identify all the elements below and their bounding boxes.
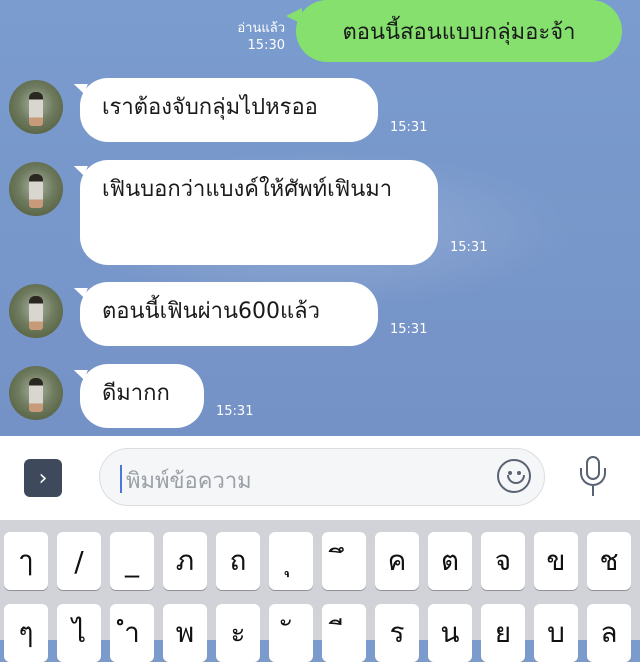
keyboard-key[interactable]: ั [269, 604, 313, 662]
incoming-message-bubble[interactable]: เราต้องจับกลุ่มไปหรออ [80, 78, 378, 142]
keyboard-key[interactable]: จ [481, 532, 525, 590]
incoming-message: ตอนนี้เฟินผ่าน600แล้ว 15:31 [0, 282, 640, 352]
incoming-message: เราต้องจับกลุ่มไปหรออ 15:31 [0, 78, 640, 148]
keyboard-key[interactable]: บ [534, 604, 578, 662]
keyboard-key[interactable]: ล [587, 604, 631, 662]
keyboard-key[interactable]: ึ [322, 532, 366, 590]
keyboard-key[interactable]: ี [322, 604, 366, 662]
thai-keyboard: ๅ / _ ภ ถ ุ ึ ค ต จ ข ช ๆ ไ ำ พ ะ ั ี ร … [0, 520, 640, 662]
keyboard-key[interactable]: ไ [57, 604, 101, 662]
keyboard-key[interactable]: ค [375, 532, 419, 590]
avatar[interactable] [9, 366, 63, 420]
message-text: เราต้องจับกลุ่มไปหรออ [102, 95, 318, 120]
avatar[interactable] [9, 284, 63, 338]
message-time: 15:31 [390, 322, 428, 337]
keyboard-key[interactable]: ร [375, 604, 419, 662]
message-text: ดีมากก [102, 381, 170, 406]
message-text: ตอนนี้เฟินผ่าน600แล้ว [102, 299, 321, 324]
incoming-message-bubble[interactable]: เฟินบอกว่าแบงค์ให้ศัพท์เฟินมา [80, 160, 438, 265]
incoming-message-bubble[interactable]: ดีมากก [80, 364, 204, 428]
keyboard-key[interactable]: น [428, 604, 472, 662]
outgoing-message-bubble[interactable]: ตอนนี้สอนแบบกลุ่มอะจ้า [286, 0, 622, 62]
incoming-message: ดีมากก 15:31 [0, 364, 640, 434]
keyboard-key[interactable]: ุ [269, 532, 313, 590]
read-status: อ่านแล้ว [237, 21, 285, 36]
keyboard-key[interactable]: ต [428, 532, 472, 590]
keyboard-key[interactable]: ถ [216, 532, 260, 590]
message-time: 15:31 [390, 120, 428, 135]
keyboard-key[interactable]: / [57, 532, 101, 590]
keyboard-key[interactable]: ภ [163, 532, 207, 590]
expand-button[interactable]: › [24, 459, 62, 497]
outgoing-meta: อ่านแล้ว 15:30 [237, 20, 285, 54]
chat-area[interactable]: อ่านแล้ว 15:30 ตอนนี้สอนแบบกลุ่มอะจ้า เร… [0, 0, 640, 436]
smiley-icon[interactable] [497, 459, 531, 493]
avatar[interactable] [9, 80, 63, 134]
text-caret [120, 465, 122, 493]
chevron-right-icon: › [38, 465, 48, 491]
microphone-icon[interactable] [578, 456, 610, 498]
keyboard-key[interactable]: ะ [216, 604, 260, 662]
keyboard-key[interactable]: ข [534, 532, 578, 590]
keyboard-key[interactable]: ช [587, 532, 631, 590]
message-text: เฟินบอกว่าแบงค์ให้ศัพท์เฟินมา [102, 177, 393, 202]
keyboard-key[interactable]: ย [481, 604, 525, 662]
keyboard-key[interactable]: ๅ [4, 532, 48, 590]
keyboard-key[interactable]: ำ [110, 604, 154, 662]
keyboard-key[interactable]: ๆ [4, 604, 48, 662]
keyboard-key[interactable]: พ [163, 604, 207, 662]
message-time: 15:31 [216, 404, 254, 419]
incoming-message: เฟินบอกว่าแบงค์ให้ศัพท์เฟินมา 15:31 [0, 160, 640, 268]
incoming-message-bubble[interactable]: ตอนนี้เฟินผ่าน600แล้ว [80, 282, 378, 346]
message-input[interactable]: พิมพ์ข้อความ [99, 448, 545, 506]
outgoing-time: 15:30 [247, 38, 285, 53]
outgoing-message-text: ตอนนี้สอนแบบกลุ่มอะจ้า [342, 19, 576, 45]
message-input-placeholder: พิมพ์ข้อความ [126, 469, 252, 494]
keyboard-key[interactable]: _ [110, 532, 154, 590]
message-time: 15:31 [450, 240, 488, 255]
message-input-bar: › พิมพ์ข้อความ [0, 436, 640, 520]
avatar[interactable] [9, 162, 63, 216]
